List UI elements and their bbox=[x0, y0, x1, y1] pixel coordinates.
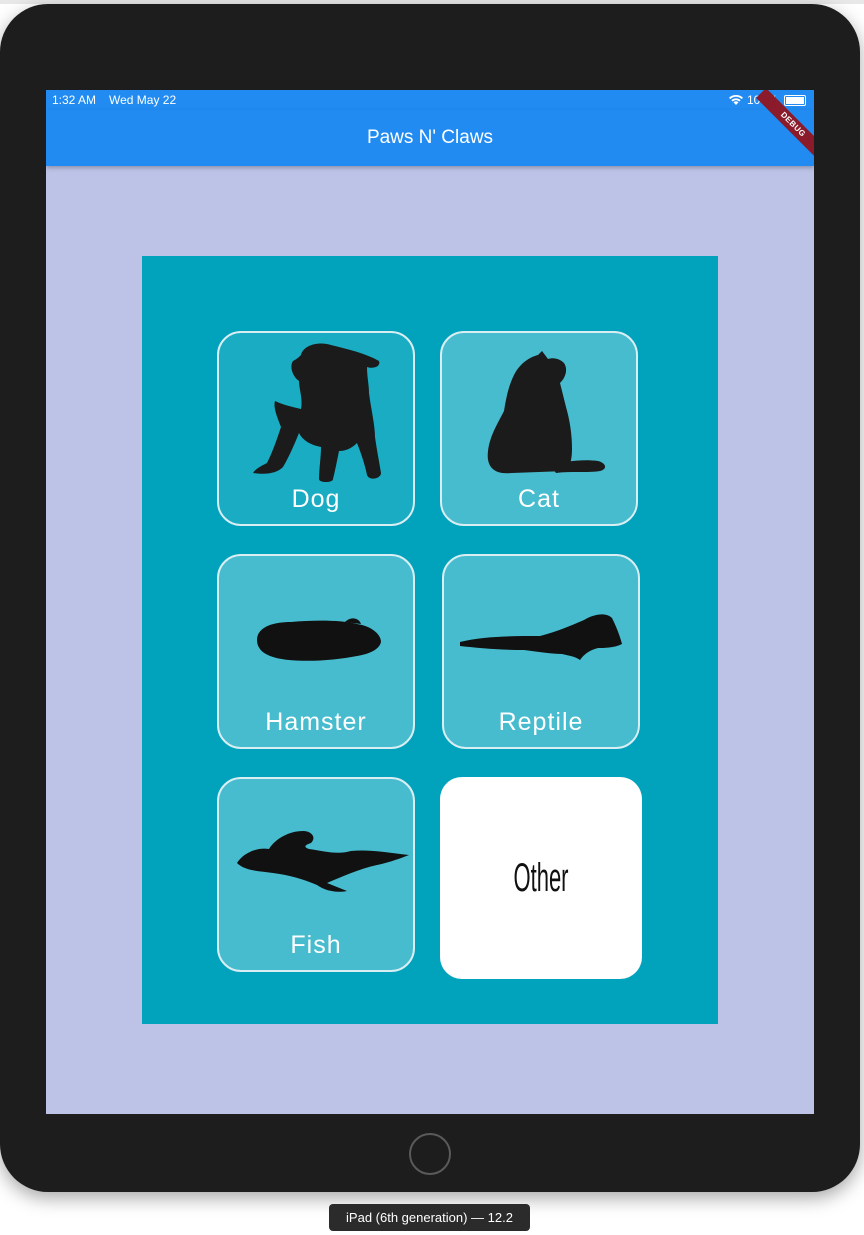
status-date: Wed May 22 bbox=[109, 93, 177, 107]
wifi-icon bbox=[729, 94, 743, 105]
tile-reptile[interactable]: Reptile bbox=[442, 554, 640, 749]
cat-silhouette-icon bbox=[487, 351, 606, 474]
tile-other[interactable]: Other bbox=[440, 777, 642, 979]
simulator-device-caption: iPad (6th generation) — 12.2 bbox=[329, 1204, 530, 1231]
tile-hamster[interactable]: Hamster bbox=[217, 554, 415, 749]
pet-category-panel: Dog Cat Hamster Reptile Fish Other bbox=[142, 256, 718, 1024]
hamster-silhouette-icon bbox=[257, 618, 381, 661]
status-time: 1:32 AM bbox=[52, 93, 97, 107]
tile-label: Hamster bbox=[265, 708, 367, 736]
tile-label: Fish bbox=[290, 931, 342, 959]
app-bar: Paws N' Claws bbox=[46, 110, 814, 166]
home-button[interactable] bbox=[409, 1133, 451, 1175]
tile-dog[interactable]: Dog bbox=[217, 331, 415, 526]
tile-label: Cat bbox=[518, 485, 560, 513]
battery-icon bbox=[784, 95, 806, 106]
fish-silhouette-icon bbox=[237, 831, 409, 892]
tile-label: Other bbox=[513, 855, 569, 900]
ipad-simulator-frame: 1:32 AM Wed May 22 100% Paws N' Claws DE… bbox=[0, 4, 860, 1192]
tile-label: Reptile bbox=[498, 708, 584, 736]
reptile-silhouette-icon bbox=[460, 614, 622, 660]
app-title: Paws N' Claws bbox=[366, 127, 494, 148]
dog-silhouette-icon bbox=[253, 343, 381, 482]
app-screen: 1:32 AM Wed May 22 100% Paws N' Claws DE… bbox=[46, 90, 814, 1114]
tile-fish[interactable]: Fish bbox=[217, 777, 415, 972]
tile-cat[interactable]: Cat bbox=[440, 331, 638, 526]
tile-label: Dog bbox=[291, 485, 341, 513]
status-bar: 1:32 AM Wed May 22 100% bbox=[46, 90, 814, 110]
